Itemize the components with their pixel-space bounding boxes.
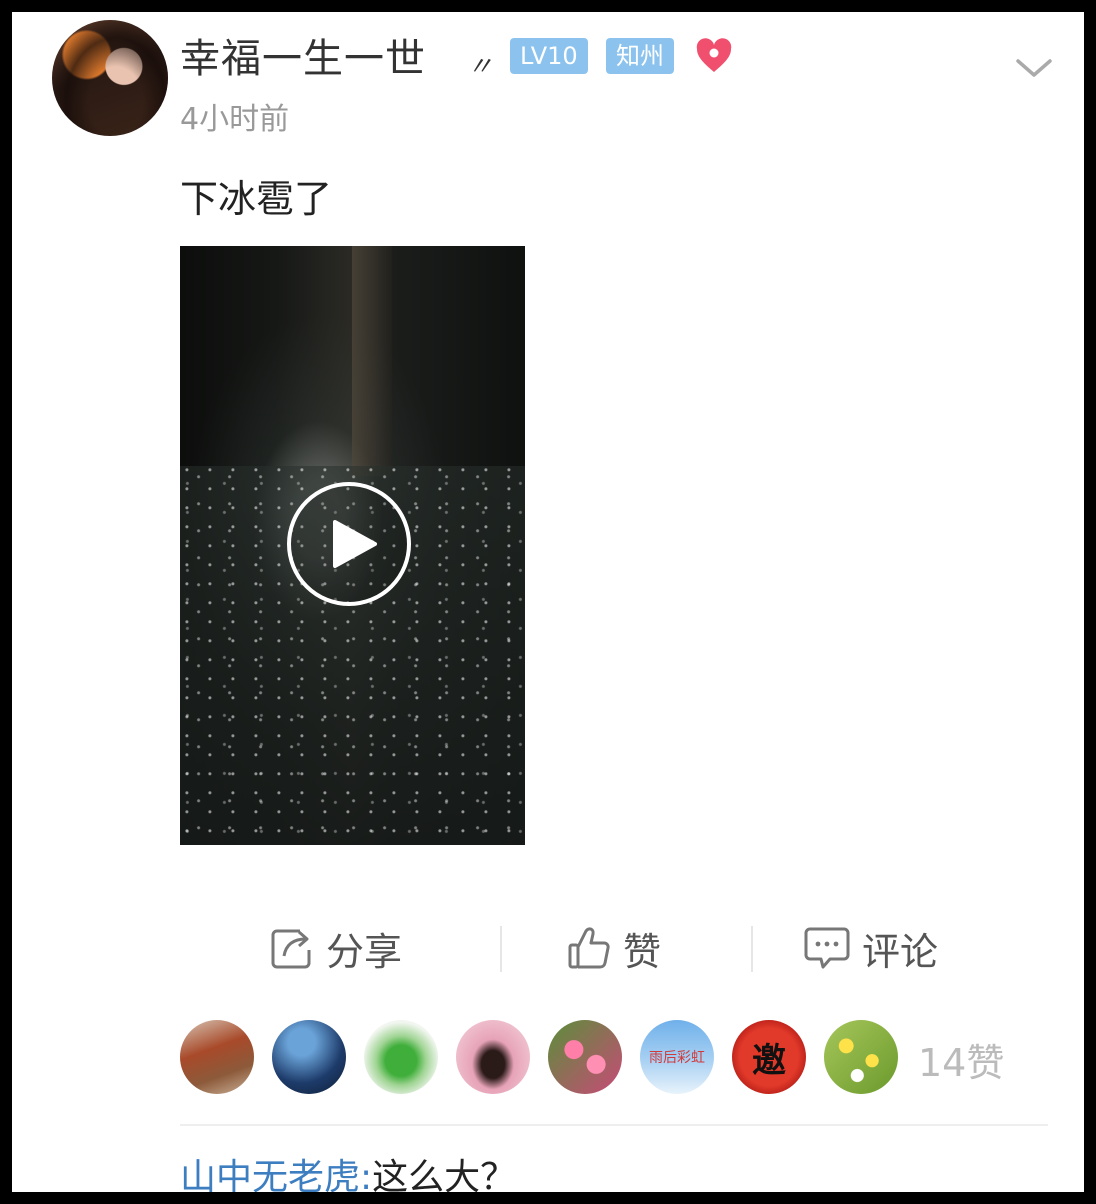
comment-item: 山中无老虎:这么大？ xyxy=(180,1148,516,1192)
share-button[interactable]: 分享 xyxy=(270,916,402,980)
post-card: 幸福一生一世 〃 LV10 知州 4小时前 下冰雹了 分享 赞 评论 雨后彩虹 … xyxy=(12,12,1084,1192)
like-label: 赞 xyxy=(623,929,662,974)
comment-label: 评论 xyxy=(862,929,939,974)
play-button[interactable] xyxy=(287,482,411,606)
post-time: 4小时前 xyxy=(180,102,290,137)
share-label: 分享 xyxy=(326,929,403,974)
level-badge: LV10 xyxy=(510,38,588,74)
liker-avatar-text: 雨后彩虹 xyxy=(649,1050,705,1066)
liker-avatar[interactable] xyxy=(548,1020,622,1094)
play-icon xyxy=(333,520,377,568)
name-decoration: 〃 xyxy=(467,52,494,82)
liker-avatar-text: 邀 xyxy=(752,1040,786,1081)
comment-bubble-icon xyxy=(804,927,850,969)
author-name[interactable]: 幸福一生一世 xyxy=(180,34,426,84)
comment-text: 这么大？ xyxy=(372,1157,517,1192)
liker-avatar[interactable]: 邀 xyxy=(732,1020,806,1094)
action-divider xyxy=(751,926,753,972)
share-icon xyxy=(271,929,311,969)
comment-divider xyxy=(180,1124,1048,1126)
location-badge: 知州 xyxy=(606,38,674,74)
comment-author[interactable]: 山中无老虎 xyxy=(180,1157,360,1192)
thumbs-up-icon xyxy=(568,927,610,969)
action-bar: 分享 赞 评论 xyxy=(180,916,1060,980)
comment-separator: : xyxy=(360,1157,373,1192)
like-button[interactable]: 赞 xyxy=(567,916,661,980)
post-text: 下冰雹了 xyxy=(180,177,333,221)
action-divider xyxy=(500,926,502,972)
liker-avatar[interactable] xyxy=(272,1020,346,1094)
liker-avatar[interactable] xyxy=(824,1020,898,1094)
like-count[interactable]: 14赞 xyxy=(918,1032,1004,1087)
liker-avatar[interactable]: 雨后彩虹 xyxy=(640,1020,714,1094)
heart-location-icon xyxy=(696,38,732,72)
video-thumbnail[interactable] xyxy=(180,246,525,845)
chevron-down-icon[interactable] xyxy=(1012,52,1056,82)
author-avatar[interactable] xyxy=(52,20,168,136)
liker-avatar[interactable] xyxy=(364,1020,438,1094)
liker-avatar[interactable] xyxy=(180,1020,254,1094)
comment-button[interactable]: 评论 xyxy=(804,916,938,980)
liker-avatar[interactable] xyxy=(456,1020,530,1094)
video-scene-wall xyxy=(352,246,392,476)
